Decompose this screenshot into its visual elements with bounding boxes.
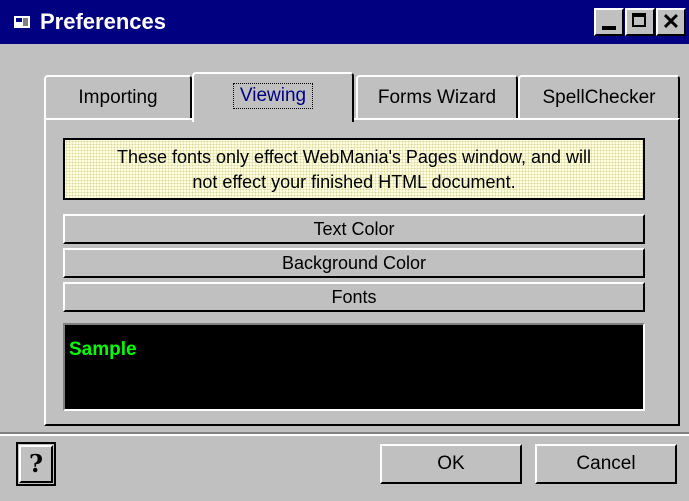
tab-forms-wizard[interactable]: Forms Wizard xyxy=(356,75,518,119)
sample-preview: Sample xyxy=(63,323,645,411)
ok-button[interactable]: OK xyxy=(380,444,522,484)
tab-label: Forms Wizard xyxy=(377,87,497,108)
info-note-line2: not effect your finished HTML document. xyxy=(192,172,516,192)
tab-importing[interactable]: Importing xyxy=(44,75,192,119)
fonts-button[interactable]: Fonts xyxy=(63,282,645,312)
info-note: These fonts only effect WebMania's Pages… xyxy=(63,138,645,200)
question-mark-icon: ? xyxy=(28,449,44,478)
tab-label: SpellChecker xyxy=(542,87,656,108)
app-icon xyxy=(14,16,30,28)
cancel-button[interactable]: Cancel xyxy=(535,444,677,484)
footer-divider xyxy=(0,432,689,436)
text-color-button[interactable]: Text Color xyxy=(63,214,645,244)
minimize-icon xyxy=(602,26,616,30)
tab-label: Viewing xyxy=(232,83,314,109)
minimize-button[interactable] xyxy=(594,8,624,36)
background-color-button[interactable]: Background Color xyxy=(63,248,645,278)
title-bar[interactable]: Preferences ✕ xyxy=(0,0,689,44)
tab-label: Importing xyxy=(78,87,158,108)
tab-spellchecker[interactable]: SpellChecker xyxy=(518,75,680,119)
help-button[interactable]: ? xyxy=(16,442,56,486)
tab-viewing[interactable]: Viewing xyxy=(192,72,354,122)
maximize-button[interactable] xyxy=(625,8,655,36)
close-icon: ✕ xyxy=(661,9,681,34)
sample-text: Sample xyxy=(69,339,137,360)
window-title: Preferences xyxy=(40,9,166,34)
close-button[interactable]: ✕ xyxy=(656,8,686,36)
maximize-icon xyxy=(632,13,646,27)
info-note-line1: These fonts only effect WebMania's Pages… xyxy=(116,147,592,167)
